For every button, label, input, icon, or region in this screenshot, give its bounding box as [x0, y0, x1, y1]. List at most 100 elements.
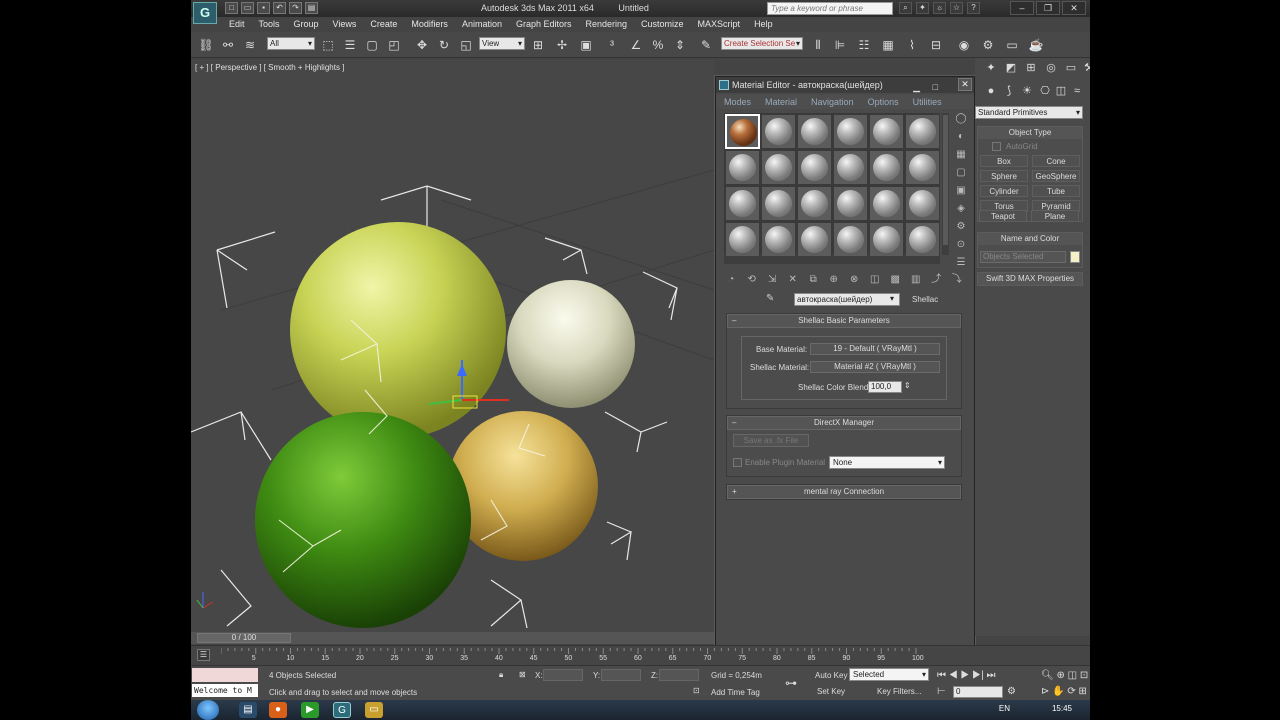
material-name-dropdown-icon[interactable]: ▾	[890, 294, 894, 303]
manipulate-icon[interactable]: ✢	[553, 36, 571, 54]
perspective-viewport[interactable]: [ + ] [ Perspective ] [ Smooth + Highlig…	[191, 60, 714, 632]
render-production-icon[interactable]: ☕	[1027, 36, 1045, 54]
sphere-button[interactable]: Sphere	[980, 170, 1028, 182]
time-slider-thumb[interactable]: 0 / 100	[197, 633, 291, 643]
utilities-tab-icon[interactable]: ⚒	[1081, 61, 1090, 76]
z-coord-field[interactable]	[659, 669, 699, 681]
sphere-white[interactable]	[507, 280, 635, 408]
rollout-header[interactable]: – Shellac Basic Parameters	[727, 314, 961, 328]
material-navigator-icon[interactable]: ☰	[954, 257, 968, 269]
eyedropper-icon[interactable]: ✎	[766, 293, 774, 304]
key-mode-toggle-icon[interactable]: ⊢	[937, 686, 946, 697]
make-unique-icon[interactable]: ⊕	[827, 273, 842, 287]
swift-3d-properties[interactable]: Swift 3D MAX Properties	[977, 272, 1083, 286]
key-filters-button[interactable]: Key Filters...	[877, 687, 921, 696]
slots-horizontal-scrollbar[interactable]	[724, 256, 940, 264]
show-end-result-icon[interactable]: ▥	[909, 273, 924, 287]
teapot-button[interactable]: Teapot	[979, 210, 1027, 222]
sphere-green[interactable]	[255, 412, 471, 628]
material-id-channel-icon[interactable]: ◫	[868, 273, 883, 287]
lights-icon[interactable]: ☀	[1019, 84, 1035, 99]
time-tag-icon[interactable]: ⊡	[693, 686, 700, 695]
uv-tiling-icon[interactable]: ▢	[954, 167, 968, 179]
helpers-icon[interactable]: ◫	[1053, 84, 1069, 99]
add-time-tag[interactable]: Add Time Tag	[711, 688, 760, 697]
display-tab-icon[interactable]: ▭	[1063, 61, 1079, 76]
material-type-button[interactable]: Shellac	[912, 293, 952, 306]
minimize-button[interactable]: –	[1010, 1, 1034, 15]
time-slider[interactable]: 0 / 100	[191, 632, 714, 644]
maxscript-listener-top[interactable]	[192, 668, 258, 682]
media-player-icon[interactable]: ▶	[301, 702, 319, 718]
snaps-toggle-icon[interactable]: ³	[603, 36, 621, 54]
keyboard-shortcut-icon[interactable]: ▣	[577, 36, 595, 54]
sample-slot[interactable]	[761, 186, 796, 221]
sample-slot[interactable]	[905, 150, 940, 185]
cameras-icon[interactable]: ⎔	[1037, 84, 1053, 99]
tube-button[interactable]: Tube	[1032, 185, 1080, 197]
material-editor-titlebar[interactable]: Material Editor - автокраска(шейдер) ▁ □…	[716, 77, 974, 93]
shapes-icon[interactable]: ⟆	[1001, 84, 1017, 99]
menu-modes[interactable]: Modes	[724, 95, 751, 109]
minimize-icon[interactable]: ▁	[913, 79, 920, 95]
firefox-icon[interactable]: ●	[269, 702, 287, 718]
spinner-snap-icon[interactable]: ⇕	[671, 36, 689, 54]
select-by-material-icon[interactable]: ⊙	[954, 239, 968, 251]
reset-map-icon[interactable]: ✕	[786, 273, 801, 287]
rollout-header[interactable]: – DirectX Manager	[727, 416, 961, 430]
sample-slot[interactable]	[797, 150, 832, 185]
unlink-icon[interactable]: ⚯	[219, 36, 237, 54]
sample-slot[interactable]	[905, 114, 940, 149]
link-icon[interactable]: ⛓	[197, 36, 215, 54]
menu-utilities[interactable]: Utilities	[913, 95, 942, 109]
select-by-name-icon[interactable]: ☰	[341, 36, 359, 54]
pivot-icon[interactable]: ⊞	[529, 36, 547, 54]
create-tab-icon[interactable]: ✦	[983, 61, 999, 76]
sample-slot[interactable]	[833, 114, 868, 149]
save-icon[interactable]: ▪	[257, 2, 270, 14]
sample-slot[interactable]	[797, 222, 832, 257]
material-name-field[interactable]: автокраска(шейдер)	[794, 293, 900, 306]
material-editor-icon[interactable]: ◉	[955, 36, 973, 54]
cylinder-button[interactable]: Cylinder	[980, 185, 1028, 197]
graphite-tools-icon[interactable]: ▦	[879, 36, 897, 54]
menu-views[interactable]: Views	[333, 17, 357, 31]
sample-slot[interactable]	[797, 114, 832, 149]
render-setup-icon[interactable]: ⚙	[979, 36, 997, 54]
sample-slot[interactable]	[869, 114, 904, 149]
viewport-nav-icons[interactable]: 🔍︎ ⊕ ◫ ⊡	[1041, 670, 1088, 681]
close-button[interactable]: ✕	[1062, 1, 1086, 15]
viewport-label[interactable]: [ + ] [ Perspective ] [ Smooth + Highlig…	[195, 63, 344, 72]
help-icon[interactable]: ?	[967, 2, 980, 14]
menu-options[interactable]: Options	[868, 95, 899, 109]
menu-modifiers[interactable]: Modifiers	[411, 17, 448, 31]
slots-vertical-scrollbar[interactable]	[942, 113, 949, 255]
window-crossing-icon[interactable]: ◰	[385, 36, 403, 54]
plane-button[interactable]: Plane	[1031, 210, 1079, 222]
plugin-material-dropdown[interactable]: None	[829, 456, 945, 469]
rendered-frame-icon[interactable]: ▭	[1003, 36, 1021, 54]
mini-curve-editor-icon[interactable]: ☰	[197, 649, 210, 661]
make-preview-icon[interactable]: ◈	[954, 203, 968, 215]
maxscript-listener[interactable]: Welcome to M	[192, 684, 258, 697]
sample-slot[interactable]	[761, 150, 796, 185]
open-file-icon[interactable]: ▭	[241, 2, 254, 14]
autogrid-checkbox[interactable]	[992, 142, 1001, 151]
set-key-button[interactable]: Set Key	[817, 687, 845, 696]
menu-graph-editors[interactable]: Graph Editors	[516, 17, 572, 31]
sample-slot[interactable]	[869, 186, 904, 221]
go-forward-sibling-icon[interactable]: ⤵	[950, 273, 965, 287]
sample-slot[interactable]	[833, 150, 868, 185]
sample-slot[interactable]	[869, 222, 904, 257]
options-icon[interactable]: ⚙	[954, 221, 968, 233]
shellac-blend-spinner[interactable]: 100,0	[868, 381, 902, 393]
start-button-icon[interactable]	[197, 700, 219, 720]
layer-manager-icon[interactable]: ☷	[855, 36, 873, 54]
sample-slot[interactable]	[869, 150, 904, 185]
track-bar[interactable]: ☰ 5 10 15 20 25 30 35 40 45 50 55 60 65 70 75 80 85 90 95 1…	[191, 645, 1090, 665]
sample-slot[interactable]	[833, 222, 868, 257]
ref-coord-dropdown[interactable]: View	[479, 37, 525, 50]
sample-slot[interactable]	[725, 186, 760, 221]
sample-slot[interactable]	[833, 186, 868, 221]
menu-tools[interactable]: Tools	[259, 17, 280, 31]
